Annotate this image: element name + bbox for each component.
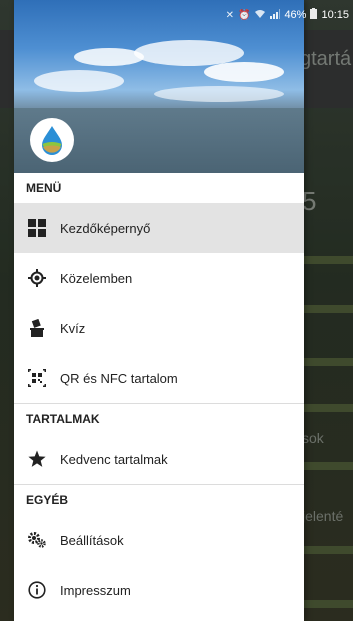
battery-percent: 46% (284, 9, 307, 21)
menu-item-label: Kvíz (60, 320, 86, 336)
menu-item-label: Közelemben (60, 270, 133, 286)
app-logo (30, 118, 74, 162)
menu-item-label: Kezdőképernyő (60, 220, 151, 236)
menu-item-nearby[interactable]: Közelemben (14, 253, 304, 303)
info-icon (28, 581, 46, 599)
status-time: 10:15 (321, 9, 349, 21)
cloud-shape (34, 70, 124, 92)
battery-icon (310, 8, 318, 22)
status-bar: ✕ ⏰ 46% 10:15 (0, 0, 353, 30)
menu-item-imprint[interactable]: Impresszum (14, 565, 304, 615)
menu-item-label: QR és NFC tartalom (60, 370, 178, 386)
section-label-other: EGYÉB (26, 493, 69, 507)
cloud-shape (154, 86, 284, 102)
menu-item-quiz[interactable]: Kvíz (14, 303, 304, 353)
ballot-box-icon (28, 319, 46, 337)
section-label-menu: MENÜ (26, 181, 62, 195)
menu-item-settings[interactable]: Beállítások (14, 515, 304, 565)
signal-icon (270, 8, 281, 22)
wifi-icon (254, 9, 266, 22)
location-target-icon (28, 269, 46, 287)
menu-item-label: Kedvenc tartalmak (60, 451, 168, 467)
menu-item-qr-nfc[interactable]: QR és NFC tartalom (14, 353, 304, 403)
mute-icon: ✕ (225, 9, 234, 21)
section-label-contents: TARTALMAK (26, 412, 100, 426)
qr-code-icon (28, 369, 46, 387)
star-icon (28, 450, 46, 468)
menu-item-favorites[interactable]: Kedvenc tartalmak (14, 434, 304, 484)
menu-item-home[interactable]: Kezdőképernyő (14, 203, 304, 253)
grid-icon (28, 219, 46, 237)
navigation-drawer: MENÜ Kezdőképernyő Közelemben Kvíz QR és… (14, 0, 304, 621)
menu-item-label: Impresszum (60, 582, 131, 598)
cloud-shape (204, 62, 284, 82)
menu-item-label: Beállítások (60, 532, 124, 548)
alarm-icon: ⏰ (237, 9, 251, 21)
water-drop-icon (42, 126, 62, 155)
gears-icon (28, 531, 46, 549)
